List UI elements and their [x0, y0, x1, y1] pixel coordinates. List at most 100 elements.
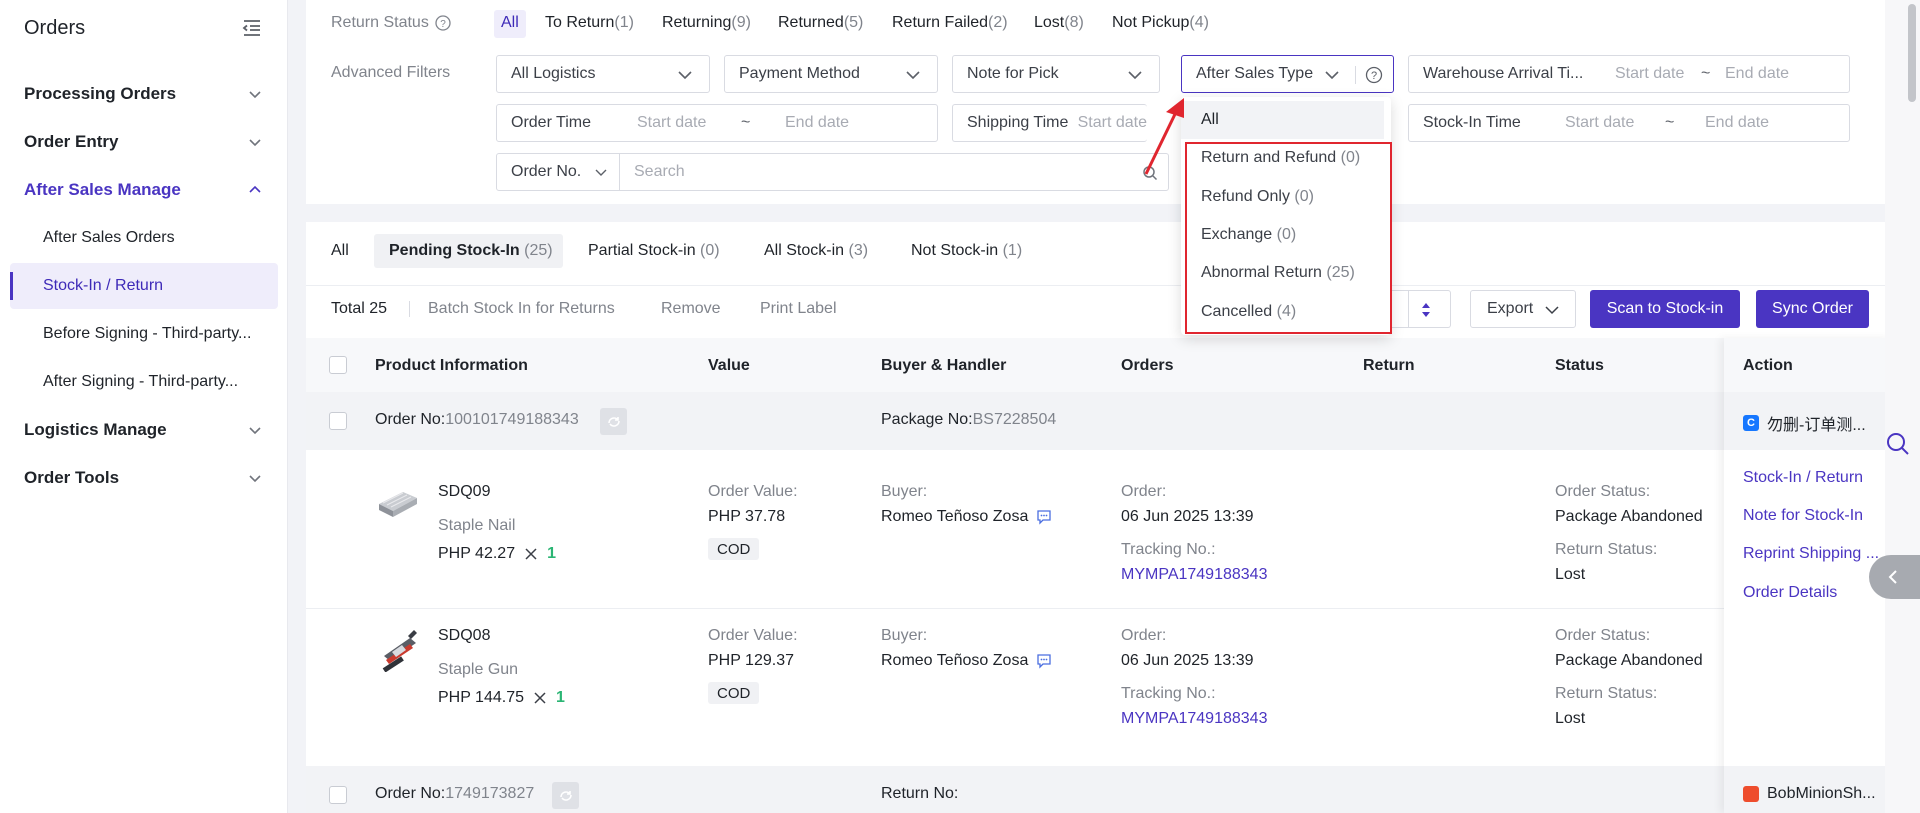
- sync-order-icon[interactable]: [552, 782, 579, 809]
- package-value: BS7228504: [972, 411, 1057, 428]
- stock-tab-partial[interactable]: Partial Stock-in (0): [588, 242, 720, 260]
- stock-tab-not-stock-in[interactable]: Not Stock-in (1): [911, 242, 1022, 260]
- help-icon[interactable]: ?: [435, 15, 451, 31]
- sync-order-icon[interactable]: [600, 408, 627, 435]
- buyer-name: Romeo Teñoso Zosa: [881, 652, 1029, 669]
- payment-method-select[interactable]: Payment Method: [724, 55, 938, 93]
- sidebar-item-label: After Sales Orders: [43, 229, 175, 246]
- tab-label: Returning: [662, 14, 732, 31]
- scan-to-stock-in-button[interactable]: Scan to Stock-in: [1590, 290, 1740, 328]
- export-button[interactable]: Export: [1470, 290, 1576, 328]
- chevron-down-icon: [905, 68, 921, 82]
- range-separator: ~: [741, 114, 751, 131]
- divider: [306, 285, 1892, 286]
- search-input[interactable]: Search: [619, 153, 1169, 191]
- stock-tab-all-stock-in[interactable]: All Stock-in (3): [764, 242, 868, 260]
- sync-order-button[interactable]: Sync Order: [1756, 290, 1869, 328]
- nav-label: After Sales Manage: [24, 180, 181, 199]
- warehouse-arrival-time-range[interactable]: Warehouse Arrival Ti... Start date ~ End…: [1408, 55, 1850, 93]
- search-placeholder: Search: [634, 163, 685, 180]
- return-status: Lost: [1555, 566, 1586, 583]
- total-count: Total 25: [331, 300, 388, 317]
- shop-name: BobMinionSh...: [1743, 785, 1876, 803]
- stock-in-return-link[interactable]: Stock-In / Return: [1743, 469, 1863, 487]
- end-date-input[interactable]: End date: [1705, 114, 1769, 132]
- select-all-checkbox[interactable]: [329, 356, 347, 374]
- chat-icon[interactable]: [1036, 509, 1052, 525]
- logistics-select[interactable]: All Logistics: [496, 55, 710, 93]
- value-label: Order Value:: [708, 627, 798, 644]
- chat-icon[interactable]: [1036, 653, 1052, 669]
- sidebar-item-after-sales-orders[interactable]: After Sales Orders: [10, 215, 278, 261]
- nav-after-sales-manage[interactable]: After Sales Manage: [0, 170, 288, 210]
- tab-label: Return Failed: [892, 14, 989, 31]
- dropdown-option-all[interactable]: All: [1181, 101, 1384, 139]
- expand-panel-button[interactable]: [1869, 555, 1920, 599]
- start-date-input[interactable]: Start date: [1615, 65, 1701, 83]
- scrollbar-thumb[interactable]: [1908, 4, 1916, 102]
- note-for-pick-select[interactable]: Note for Pick: [952, 55, 1160, 93]
- svg-text:?: ?: [1371, 70, 1377, 82]
- end-date-input[interactable]: End date: [1725, 65, 1789, 83]
- option-label: All: [1201, 111, 1219, 128]
- order-checkbox[interactable]: [329, 786, 347, 804]
- col-return: Return: [1363, 357, 1415, 374]
- buyer: Romeo Teñoso Zosa: [881, 652, 1052, 670]
- batch-stock-in-button[interactable]: Batch Stock In for Returns: [428, 300, 615, 318]
- stock-tab-pending[interactable]: Pending Stock-In (25): [389, 242, 553, 260]
- order-checkbox[interactable]: [329, 412, 347, 430]
- product-qty: 1: [547, 545, 556, 562]
- tab-label: Not Pickup: [1112, 14, 1190, 31]
- chevron-down-icon: [248, 135, 262, 149]
- order-time-range[interactable]: Order Time Start date ~ End date: [496, 104, 938, 142]
- end-date-input[interactable]: End date: [785, 114, 849, 132]
- status-tab-return-failed[interactable]: Return Failed(2): [892, 14, 1008, 32]
- col-action: Action: [1743, 357, 1793, 374]
- product-price-qty: PHP 42.27 1: [438, 545, 556, 563]
- tracking-link[interactable]: MYMPA1749188343: [1121, 710, 1267, 728]
- nav-label: Logistics Manage: [24, 420, 167, 439]
- start-date-input[interactable]: Start date: [637, 114, 741, 132]
- status-tab-all[interactable]: All: [501, 14, 519, 32]
- order-details-link[interactable]: Order Details: [1743, 584, 1837, 602]
- tab-label: Not Stock-in: [911, 242, 999, 259]
- sort-arrows-icon[interactable]: [1421, 301, 1431, 319]
- scrollbar-track[interactable]: [1885, 0, 1920, 813]
- select-value: Payment Method: [739, 65, 860, 82]
- stock-tab-all[interactable]: All: [331, 242, 349, 260]
- stock-in-time-range[interactable]: Stock-In Time Start date ~ End date: [1408, 104, 1850, 142]
- remove-button[interactable]: Remove: [661, 300, 721, 318]
- annotation-highlight-box: [1185, 142, 1392, 334]
- svg-text:?: ?: [440, 19, 446, 30]
- status-tab-not-pickup[interactable]: Not Pickup(4): [1112, 14, 1209, 32]
- nav-processing-orders[interactable]: Processing Orders: [0, 74, 288, 114]
- note-for-stock-in-link[interactable]: Note for Stock-In: [1743, 507, 1863, 525]
- shipping-time-range[interactable]: Shipping Time Start date: [952, 104, 1147, 142]
- sidebar-item-after-signing[interactable]: After Signing - Third-party...: [10, 359, 278, 405]
- sidebar-item-stock-in-return[interactable]: Stock-In / Return: [10, 263, 278, 309]
- status-tab-returning[interactable]: Returning(9): [662, 14, 751, 32]
- after-sales-type-select[interactable]: After Sales Type ?: [1181, 55, 1394, 93]
- collapse-sidebar-icon[interactable]: [242, 19, 262, 37]
- tab-label: Partial Stock-in: [588, 242, 696, 259]
- help-icon[interactable]: ?: [1365, 66, 1383, 84]
- start-date-input[interactable]: Start date: [1565, 114, 1665, 132]
- print-label-button[interactable]: Print Label: [760, 300, 837, 318]
- nav-logistics-manage[interactable]: Logistics Manage: [0, 410, 288, 450]
- status-tab-returned[interactable]: Returned(5): [778, 14, 863, 32]
- start-date-input[interactable]: Start date: [1078, 114, 1147, 132]
- order-no-select[interactable]: Order No.: [496, 153, 620, 191]
- reprint-shipping-link[interactable]: Reprint Shipping ...: [1743, 545, 1879, 563]
- status-tab-to-return[interactable]: To Return(1): [545, 14, 634, 32]
- shop-logo-icon: C: [1743, 415, 1759, 431]
- select-value: Order No.: [511, 163, 582, 180]
- tracking-label: Tracking No.:: [1121, 541, 1216, 558]
- tracking-link[interactable]: MYMPA1749188343: [1121, 566, 1267, 584]
- nav-order-tools[interactable]: Order Tools: [0, 458, 288, 498]
- payment-badge: COD: [708, 538, 760, 560]
- nav-order-entry[interactable]: Order Entry: [0, 122, 288, 162]
- sidebar-item-before-signing[interactable]: Before Signing - Third-party...: [10, 311, 278, 357]
- package-label: Package No:: [881, 411, 973, 428]
- status-tab-lost[interactable]: Lost(8): [1034, 14, 1084, 32]
- search-icon[interactable]: [1885, 431, 1911, 457]
